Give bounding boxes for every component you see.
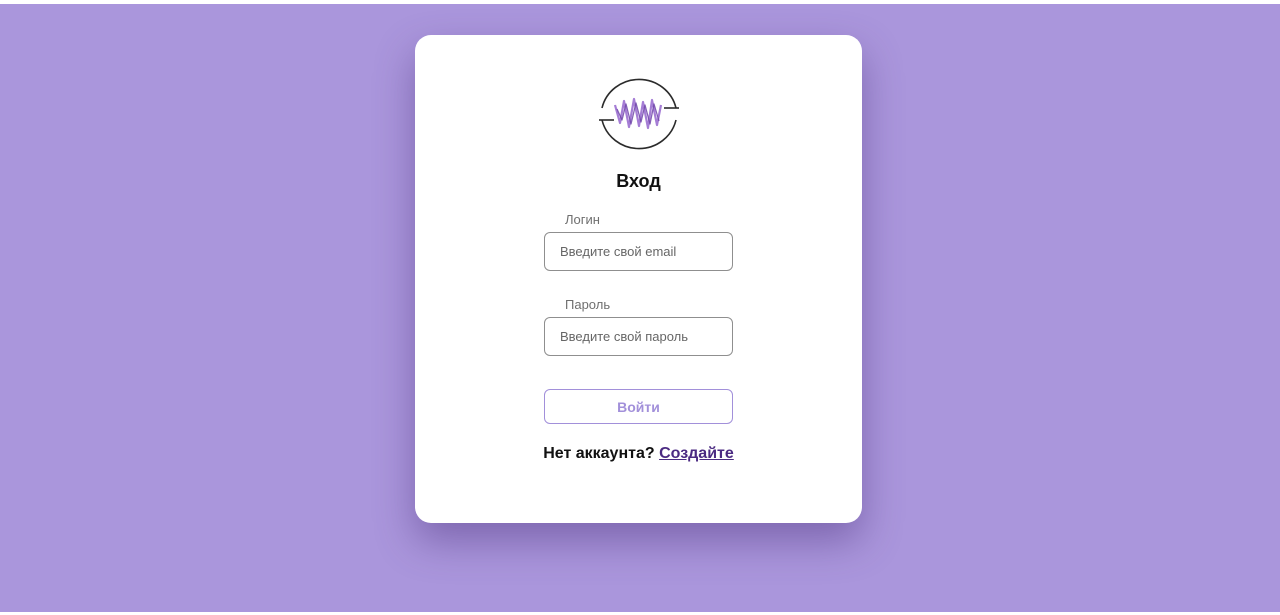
signup-prompt-text: Нет аккаунта? xyxy=(543,445,655,462)
page-title: Вход xyxy=(616,171,661,191)
login-card: Вход Логин Пароль Войти Нет аккаунта? Со… xyxy=(415,35,862,523)
email-field[interactable] xyxy=(544,232,733,271)
wave-logo-icon xyxy=(598,74,680,154)
signup-prompt-line: Нет аккаунта? Создайте xyxy=(415,445,862,463)
email-label: Логин xyxy=(565,212,600,227)
signup-link[interactable]: Создайте xyxy=(659,445,734,462)
password-label: Пароль xyxy=(565,297,611,312)
login-page-background: Вход Логин Пароль Войти Нет аккаунта? Со… xyxy=(0,4,1280,612)
password-field[interactable] xyxy=(544,317,733,356)
login-button[interactable]: Войти xyxy=(544,389,733,424)
